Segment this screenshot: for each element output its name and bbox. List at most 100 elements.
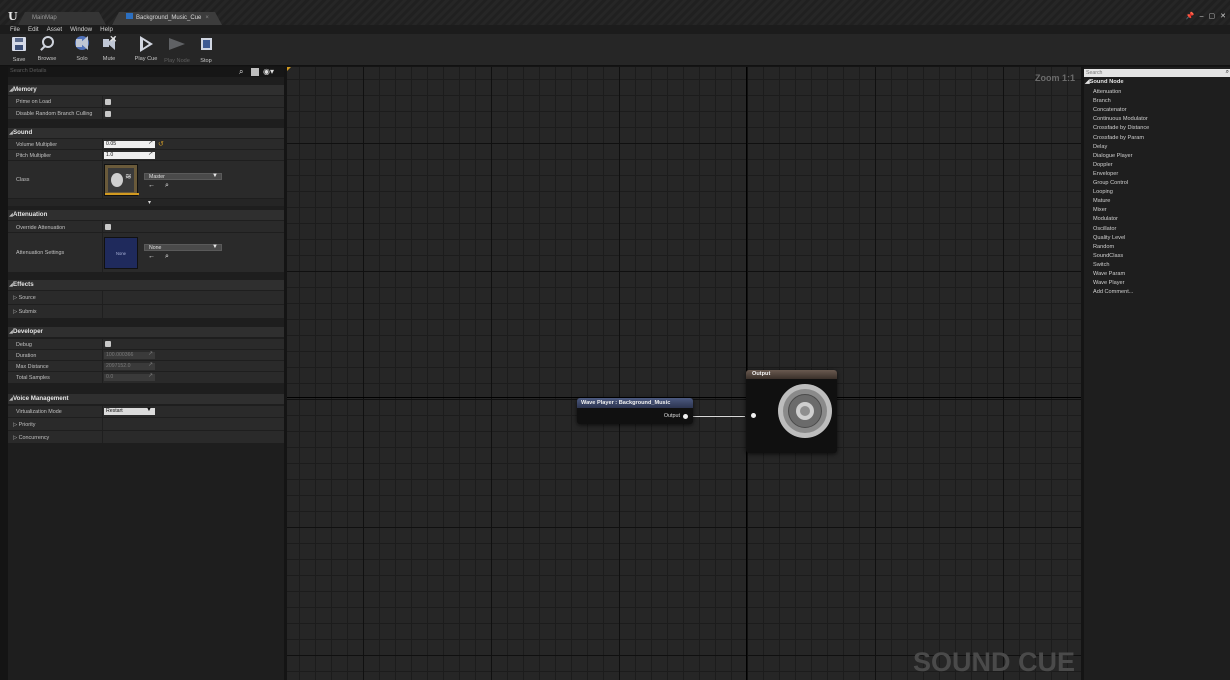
class-dropdown[interactable]: Master ▼: [144, 173, 222, 180]
stop-button[interactable]: Stop: [192, 36, 220, 64]
search-icon[interactable]: ⌕: [239, 67, 243, 77]
save-icon: [11, 37, 27, 53]
property-row-concurrency[interactable]: ▷ Concurrency: [8, 431, 284, 444]
property-row-source[interactable]: ▷ Source: [8, 291, 284, 305]
palette-item[interactable]: Random: [1093, 244, 1114, 250]
play-node-button[interactable]: Play Node: [162, 36, 192, 64]
category-memory[interactable]: ◢ Memory: [8, 85, 284, 95]
palette-item[interactable]: Quality Level: [1093, 235, 1125, 241]
output-pin-icon[interactable]: [683, 413, 688, 419]
column-divider: [102, 150, 103, 160]
output-node[interactable]: Output: [746, 370, 837, 453]
pitch-multiplier-input[interactable]: 1.0 ↗: [104, 151, 155, 159]
save-button[interactable]: Save: [5, 36, 33, 64]
menu-edit[interactable]: Edit: [28, 25, 39, 34]
category-attenuation[interactable]: ◢ Attenuation: [8, 210, 284, 220]
palette-item[interactable]: Switch: [1093, 262, 1109, 268]
asset-browse-icons[interactable]: ← ⌕: [148, 182, 173, 190]
node-title: Output: [746, 370, 837, 379]
palette-item[interactable]: Enveloper: [1093, 171, 1118, 177]
palette-item[interactable]: Crossfade by Param: [1093, 135, 1144, 141]
palette-item[interactable]: Oscillator: [1093, 226, 1116, 232]
category-sound[interactable]: ◢ Sound: [8, 128, 284, 138]
tab-close-icon[interactable]: ×: [205, 15, 209, 21]
palette-item[interactable]: Attenuation: [1093, 89, 1121, 95]
prime-on-load-checkbox[interactable]: [105, 99, 111, 105]
palette-item[interactable]: Looping: [1093, 189, 1113, 195]
menu-window[interactable]: Window: [70, 25, 92, 34]
palette-item[interactable]: Wave Player: [1093, 280, 1125, 286]
property-label: Class: [16, 177, 30, 183]
minimize-icon[interactable]: –: [1200, 12, 1204, 22]
menu-bar: File Edit Asset Window Help: [0, 25, 1230, 34]
column-divider: [102, 108, 103, 119]
volume-multiplier-input[interactable]: 0.05 ↗: [104, 140, 155, 148]
title-bar: U MainMap Background_Music_Cue × 📌 – ▢ ✕: [0, 0, 1230, 25]
tab-background-music-cue[interactable]: Background_Music_Cue ×: [112, 12, 222, 25]
disable-random-branch-culling-checkbox[interactable]: [105, 111, 111, 117]
category-effects[interactable]: ◢ Effects: [8, 280, 284, 290]
expander-arrow-icon[interactable]: ▾: [148, 199, 151, 206]
palette-search-input[interactable]: Search ⌕: [1084, 69, 1230, 77]
browse-button[interactable]: Browse: [33, 36, 61, 64]
thumbnail-label: None: [115, 251, 126, 256]
category-developer[interactable]: ◢ Developer: [8, 327, 284, 337]
advanced-expander-row[interactable]: ▾: [8, 199, 284, 207]
tab-mainmap[interactable]: MainMap: [18, 12, 106, 25]
output-pin-row[interactable]: Output: [664, 413, 688, 419]
menu-file[interactable]: File: [10, 25, 20, 34]
debug-checkbox[interactable]: [105, 341, 111, 347]
search-icon[interactable]: ⌕: [1226, 68, 1229, 76]
palette-item[interactable]: Delay: [1093, 144, 1107, 150]
close-icon[interactable]: ✕: [1220, 12, 1226, 22]
window-controls: 📌 – ▢ ✕: [1186, 12, 1226, 22]
property-row: Attenuation Settings None None ▼ ← ⌕: [8, 233, 284, 273]
mute-button[interactable]: ✕ Mute: [95, 34, 123, 64]
sound-cue-graph[interactable]: Zoom 1:1 Wave Player : Background_Music …: [287, 67, 1081, 680]
palette-item[interactable]: Continuous Modulator: [1093, 116, 1148, 122]
override-attenuation-checkbox[interactable]: [105, 224, 111, 230]
sound-class-thumbnail[interactable]: ≋: [104, 164, 139, 196]
column-divider: [102, 372, 103, 383]
spin-arrows-icon[interactable]: ↗: [148, 140, 153, 147]
palette-item[interactable]: Crossfade by Distance: [1093, 125, 1149, 131]
play-node-label: Play Node: [164, 58, 190, 64]
palette-item[interactable]: Dialogue Player: [1093, 153, 1133, 159]
menu-asset[interactable]: Asset: [47, 25, 62, 34]
unreal-logo-icon[interactable]: U: [8, 11, 18, 22]
play-cue-button[interactable]: Play Cue: [131, 36, 161, 64]
eye-icon[interactable]: ◉▾: [263, 67, 274, 77]
palette-item[interactable]: Branch: [1093, 98, 1111, 104]
wave-player-node[interactable]: Wave Player : Background_Music Output: [577, 398, 693, 424]
grid-view-icon[interactable]: [251, 68, 259, 76]
property-label: Debug: [16, 342, 32, 348]
palette-item[interactable]: Group Control: [1093, 180, 1128, 186]
reset-to-default-icon[interactable]: ↺: [158, 140, 164, 148]
pin-icon[interactable]: 📌: [1186, 12, 1195, 22]
property-row-submix[interactable]: ▷ Submix: [8, 305, 284, 319]
palette-category-sound-node[interactable]: ◢Sound Node: [1085, 79, 1124, 85]
palette-item[interactable]: Mixer: [1093, 207, 1107, 213]
palette-item[interactable]: SoundClass: [1093, 253, 1123, 259]
spin-arrows-icon[interactable]: ↗: [148, 151, 153, 158]
category-label: Sound: [13, 129, 33, 136]
attenuation-settings-dropdown[interactable]: None ▼: [144, 244, 222, 251]
palette-item[interactable]: Doppler: [1093, 162, 1113, 168]
property-row-priority[interactable]: ▷ Priority: [8, 418, 284, 431]
category-voice-management[interactable]: ◢ Voice Management: [8, 394, 284, 404]
palette-item[interactable]: Modulator: [1093, 216, 1118, 222]
menu-help[interactable]: Help: [100, 25, 113, 34]
asset-browse-icons[interactable]: ← ⌕: [148, 253, 173, 261]
attenuation-thumbnail[interactable]: None: [104, 237, 138, 269]
palette-item[interactable]: Wave Param: [1093, 271, 1125, 277]
details-search-bar[interactable]: Search Details ⌕ ◉▾: [8, 67, 284, 77]
solo-button[interactable]: Solo: [68, 36, 96, 64]
palette-item[interactable]: Add Comment...: [1093, 289, 1133, 295]
virtualization-mode-dropdown[interactable]: Restart ▼: [104, 407, 155, 415]
input-pin-icon[interactable]: [751, 413, 756, 418]
maximize-icon[interactable]: ▢: [1209, 12, 1216, 22]
palette-item[interactable]: Mature: [1093, 198, 1110, 204]
details-search-input[interactable]: Search Details: [10, 68, 46, 74]
property-row: Debug: [8, 339, 284, 350]
palette-item[interactable]: Concatenator: [1093, 107, 1127, 113]
